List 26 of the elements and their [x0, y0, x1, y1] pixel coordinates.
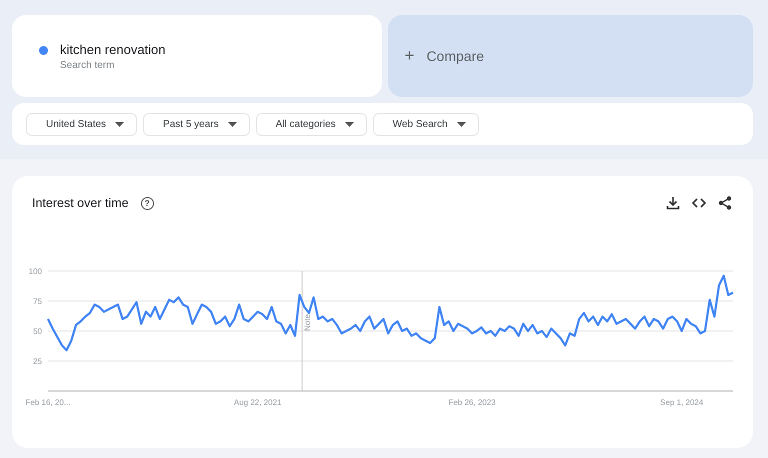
- share-icon[interactable]: [718, 196, 732, 210]
- search-term-caption: Search term: [60, 60, 116, 70]
- caret-icon: [344, 122, 354, 126]
- search-term-card[interactable]: kitchen renovation Search term: [12, 15, 382, 97]
- y-axis-label: 75: [33, 297, 42, 306]
- embed-icon[interactable]: [692, 197, 706, 209]
- filter-dropdown[interactable]: United States: [26, 112, 138, 136]
- chart-title: Interest over time: [32, 196, 129, 210]
- y-axis-label: 100: [28, 267, 42, 276]
- note-label: Note: [303, 314, 312, 331]
- help-icon[interactable]: ?: [140, 196, 154, 210]
- x-axis-label: Feb 16, 20...: [26, 398, 70, 407]
- filter-dropdown[interactable]: Past 5 years: [143, 112, 250, 136]
- compare-button[interactable]: + Compare: [388, 15, 753, 97]
- caret-icon: [228, 122, 237, 126]
- filter-dropdown[interactable]: Web Search: [372, 112, 479, 136]
- caret-icon: [115, 122, 124, 126]
- x-axis-label: Aug 22, 2021: [234, 398, 282, 407]
- x-axis-label: Sep 1, 2024: [660, 398, 704, 407]
- caret-icon: [456, 122, 466, 126]
- download-icon[interactable]: [666, 196, 680, 210]
- y-axis-label: 25: [33, 357, 42, 366]
- filter-dropdown[interactable]: All categories: [256, 112, 367, 136]
- x-axis-label: Feb 26, 2023: [448, 398, 496, 407]
- search-term: kitchen renovation: [60, 42, 166, 56]
- y-axis-label: 50: [33, 327, 42, 336]
